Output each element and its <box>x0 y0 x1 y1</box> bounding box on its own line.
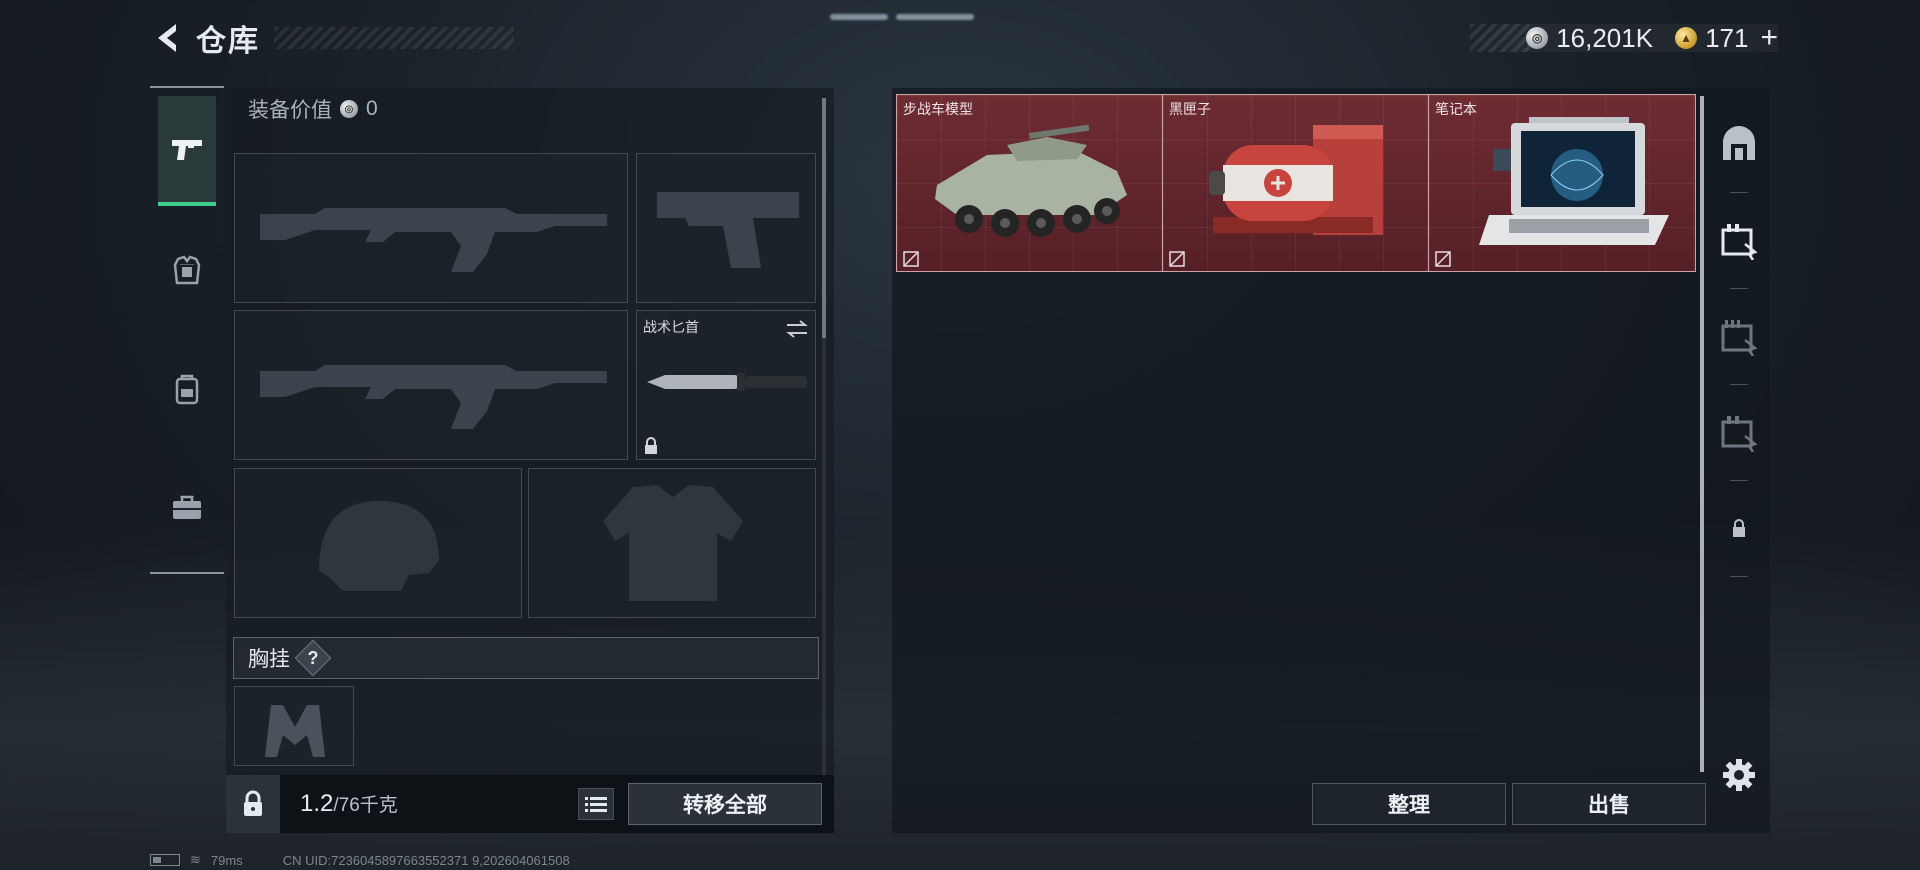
back-arrow-icon <box>158 24 176 52</box>
stash-tab-1-icon <box>1721 224 1758 260</box>
armory-icon <box>1723 126 1755 160</box>
category-armor[interactable] <box>158 216 216 326</box>
system-status-bar: ≋ 79ms CN UID:7236045897663552371 9,2026… <box>150 852 570 868</box>
backpack-icon <box>175 374 199 405</box>
sell-button[interactable]: 出售 <box>1512 783 1706 825</box>
stash-tab-2-icon <box>1721 320 1758 356</box>
swap-icon[interactable] <box>785 319 809 339</box>
no-trade-icon <box>1169 251 1185 267</box>
helmet-slot[interactable] <box>234 468 522 618</box>
storage-item-laptop[interactable]: 笔记本 <box>1429 95 1695 271</box>
stash-tab-3[interactable] <box>1708 384 1770 480</box>
briefcase-icon <box>173 495 201 519</box>
settings-button[interactable] <box>1708 740 1770 810</box>
carry-weight: 1.2/76千克 <box>300 790 398 818</box>
chest-rig-section-header: 胸挂 ? <box>233 637 819 679</box>
lock-icon <box>645 437 657 454</box>
page-title: 仓库 <box>196 25 260 58</box>
rifle-silhouette-icon <box>260 208 607 272</box>
storage-item-row: 步战车模型 黑匣子 笔记本 <box>896 94 1696 272</box>
back-button[interactable] <box>150 18 184 58</box>
weight-current: 1.2 <box>300 790 334 817</box>
equipment-value: 装备价值 ◎ 0 <box>248 94 378 124</box>
ceiling-light <box>830 14 888 20</box>
secondary-weapon-slot[interactable] <box>636 153 816 303</box>
melee-slot-label: 战术匕首 <box>643 319 699 335</box>
list-view-button[interactable] <box>578 788 614 820</box>
chest-rig-slot[interactable] <box>234 686 354 766</box>
melee-slot[interactable]: 战术匕首 <box>636 310 816 460</box>
weight-max: /76千克 <box>333 795 398 816</box>
category-weapons[interactable] <box>158 96 216 206</box>
storage-item-black-box[interactable]: 黑匣子 <box>1163 95 1429 271</box>
armory-tab[interactable] <box>1708 96 1770 192</box>
stash-tab-3-icon <box>1721 416 1758 452</box>
ifv-model-image <box>935 124 1127 237</box>
secondary-primary-slot[interactable] <box>234 310 628 460</box>
rail-separator <box>1730 576 1748 577</box>
category-toolkit[interactable] <box>158 452 216 562</box>
silver-coin-icon: ◎ <box>340 100 358 118</box>
stash-tab-rail <box>1708 88 1770 833</box>
equipment-footer: 1.2/76千克 转移全部 <box>226 775 834 833</box>
title-decoration <box>274 27 514 49</box>
equipment-value-amount: 0 <box>366 97 378 120</box>
armor-vest-icon <box>173 255 201 285</box>
currency-bar: ◎ 16,201K ▲ 171 + <box>1470 21 1778 55</box>
ceiling-light <box>896 14 974 20</box>
equipment-value-label: 装备价值 <box>248 99 332 122</box>
padlock-icon <box>244 790 262 816</box>
stash-tab-2[interactable] <box>1708 288 1770 384</box>
black-box-image <box>1209 125 1383 235</box>
currency-decoration <box>1470 24 1531 52</box>
armor-silhouette-icon <box>603 485 743 601</box>
transfer-all-button[interactable]: 转移全部 <box>628 783 822 825</box>
chest-rig-section-title: 胸挂 <box>248 648 290 671</box>
locked-stash-tab[interactable] <box>1708 480 1770 576</box>
wifi-icon: ≋ <box>190 852 201 867</box>
no-trade-icon <box>1435 251 1451 267</box>
storage-item-ifv-model[interactable]: 步战车模型 <box>897 95 1163 271</box>
category-backpack[interactable] <box>158 334 216 444</box>
laptop-image <box>1479 117 1669 245</box>
rail-divider <box>150 86 224 88</box>
ping-value: 79ms <box>210 852 243 868</box>
gear-icon <box>1723 759 1755 791</box>
body-armor-slot[interactable] <box>528 468 816 618</box>
rifle-silhouette-icon <box>260 365 607 429</box>
equipment-panel: 装备价值 ◎ 0 战术匕首 <box>226 88 834 833</box>
equipment-scrollbar-thumb[interactable] <box>822 98 826 338</box>
page-header: 仓库 <box>150 18 514 58</box>
battery-icon <box>150 854 180 866</box>
storage-scrollbar[interactable] <box>1700 96 1704 772</box>
lock-button[interactable] <box>226 775 280 833</box>
helmet-silhouette-icon <box>319 501 439 591</box>
user-id: CN UID:7236045897663552371 9,20260406150… <box>282 852 570 868</box>
list-icon <box>585 797 607 812</box>
gold-balance: 171 <box>1705 22 1749 53</box>
gold-coin-icon: ▲ <box>1675 27 1698 49</box>
help-icon[interactable]: ? <box>294 639 332 677</box>
storage-panel: 步战车模型 黑匣子 笔记本 <box>892 88 1770 833</box>
pistol-silhouette-icon <box>657 192 799 268</box>
sort-button[interactable]: 整理 <box>1312 783 1506 825</box>
primary-weapon-slot[interactable] <box>234 153 628 303</box>
chest-rig-silhouette-icon <box>265 705 325 757</box>
tactical-knife-icon <box>647 373 807 391</box>
rail-divider <box>150 572 224 574</box>
locked-tab-icon <box>1733 519 1745 537</box>
pistol-icon <box>172 140 202 160</box>
no-trade-icon <box>903 251 919 267</box>
silver-balance: 16,201K <box>1556 22 1654 53</box>
stash-tab-1[interactable] <box>1708 192 1770 288</box>
category-rail <box>150 86 224 576</box>
add-currency-button[interactable]: + <box>1760 21 1778 55</box>
